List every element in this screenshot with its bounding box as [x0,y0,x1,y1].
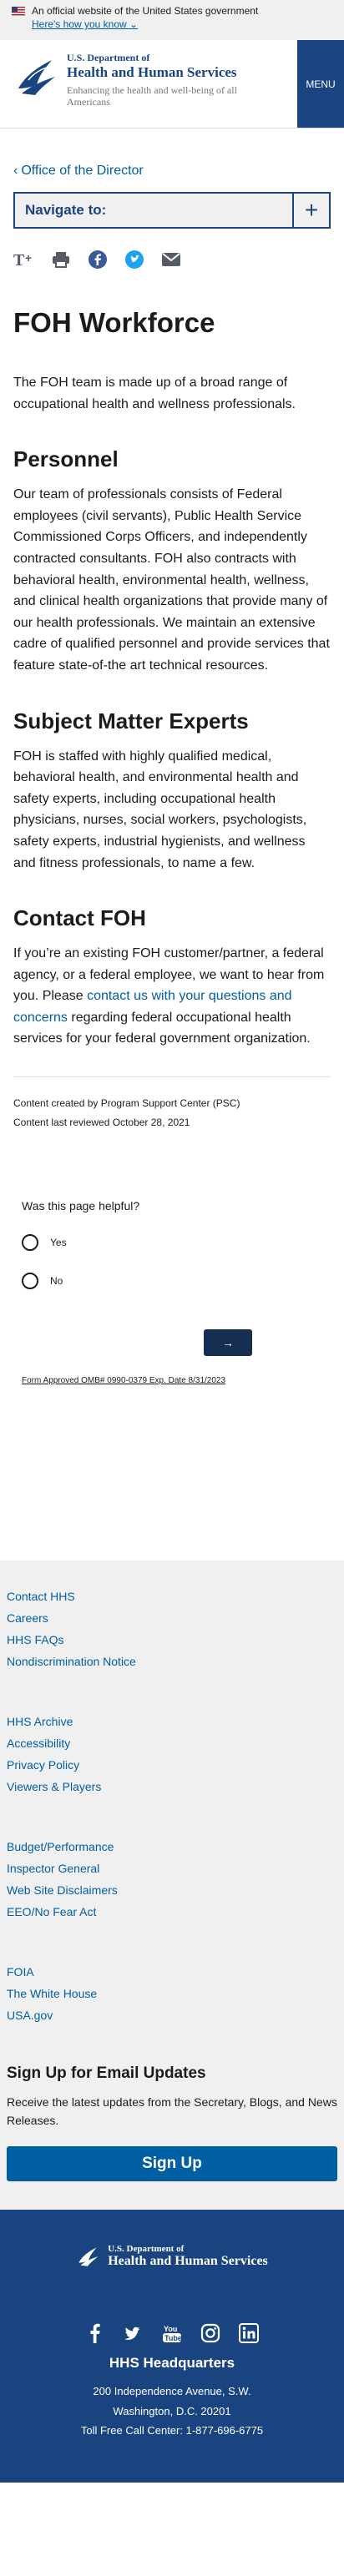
personnel-text: Our team of professionals consists of Fe… [13,487,330,673]
twitter-icon[interactable] [124,250,145,269]
hhs-logo[interactable]: U.S. Department of Health and Human Serv… [0,40,297,128]
footer-logo-line2: Health and Human Services [108,2254,268,2269]
footer-logo[interactable]: U.S. Department of Health and Human Serv… [0,2243,344,2270]
footer-logo-line1: U.S. Department of [108,2244,185,2255]
sme-heading: Subject Matter Experts [13,708,249,733]
feedback-submit-button[interactable]: → [204,1328,252,1356]
feedback-question: Was this page helpful? [22,1198,140,1212]
footer-link[interactable]: Contact HHS [7,1585,337,1607]
svg-text:You: You [164,2325,177,2333]
footer-group-4: FOIA The White House USA.gov [7,1961,337,2026]
share-toolbar: T + [13,249,331,270]
intro-text: The FOH team is made up of a broad range… [13,376,296,411]
facebook-icon[interactable] [85,2323,105,2344]
radio-circle-icon[interactable] [22,1233,38,1251]
twitter-icon[interactable] [124,2323,144,2343]
official-site-text: An official website of the United States… [32,5,259,17]
signup-heading: Sign Up for Email Updates [7,2064,206,2082]
gov-banner: An official website of the United States… [0,0,344,40]
page-title: FOH Workforce [13,307,215,338]
signup-text: Receive the latest updates from the Secr… [7,2095,337,2128]
hq-heading: HHS Headquarters [109,2355,235,2372]
email-signup: Sign Up for Email Updates Receive the la… [7,2064,337,2182]
chevron-left-icon: ‹ [13,164,18,178]
created-by-text: Content created by Program Support Cente… [13,1097,240,1110]
text-size-icon[interactable]: T + [13,250,35,269]
radio-yes[interactable]: Yes [22,1233,322,1251]
call-center-text: Toll Free Call Center: 1-877-696-6775 [80,2424,264,2437]
instagram-icon[interactable] [200,2323,220,2343]
radio-circle-icon[interactable] [22,1272,38,1289]
contact-text: If you’re an existing FOH customer/partn… [13,946,325,1046]
breadcrumb-link[interactable]: Office of the Director [21,164,143,179]
us-flag-icon [12,6,25,16]
footer-link[interactable]: EEO/No Fear Act [7,1901,337,1923]
svg-text:Tube: Tube [164,2334,182,2342]
address-line1: 200 Independence Avenue, S.W. [93,2385,251,2398]
radio-no[interactable]: No [22,1272,322,1289]
navigate-dropdown[interactable]: Navigate to: + [13,192,331,229]
logo-line2: Health and Human Services [67,64,237,80]
navigate-label: Navigate to: [25,202,107,218]
address-line2: Washington, D.C. 20201 [113,2404,231,2417]
feedback-form: Was this page helpful? Yes No → Form App… [0,1199,344,1385]
footer-link[interactable]: HHS FAQs [7,1629,337,1651]
logo-line1: U.S. Department of [67,52,150,63]
footer-link[interactable]: Web Site Disclaimers [7,1879,337,1901]
main-content: ‹ Office of the Director Navigate to: + … [0,164,344,1132]
footer-link[interactable]: Viewers & Players [7,1776,337,1797]
linkedin-icon[interactable] [239,2323,259,2344]
personnel-heading: Personnel [13,446,119,472]
facebook-icon[interactable] [87,250,109,269]
footer-link[interactable]: Accessibility [7,1732,337,1754]
sme-text: FOH is staffed with highly qualified med… [13,749,307,870]
footer-link[interactable]: Careers [7,1607,337,1629]
footer-group-1: Contact HHS Careers HHS FAQs Nondiscrimi… [7,1585,337,1672]
footer-link[interactable]: The White House [7,1983,337,2004]
footer-link[interactable]: Inspector General [7,1858,337,1879]
omb-link[interactable]: Form Approved OMB# 0990-0379 Exp. Date 8… [22,1376,322,1385]
footer-link[interactable]: HHS Archive [7,1711,337,1732]
site-header: U.S. Department of Health and Human Serv… [0,40,344,129]
footer-links: Contact HHS Careers HHS FAQs Nondiscrimi… [0,1560,344,2211]
footer-link[interactable]: Privacy Policy [7,1754,337,1776]
footer-link[interactable]: FOIA [7,1961,337,1983]
footer-link[interactable]: USA.gov [7,2004,337,2026]
svg-text:T: T [13,251,25,269]
plus-icon[interactable]: + [292,194,329,227]
footer-link[interactable]: Nondiscrimination Notice [7,1651,337,1672]
last-reviewed-text: Content last reviewed October 28, 2021 [13,1116,190,1128]
content-meta: Content created by Program Support Cente… [13,1076,331,1132]
how-you-know-link[interactable]: Here's how you know ⌄ [32,18,138,30]
youtube-icon[interactable]: YouTube [162,2323,182,2343]
footer-group-3: Budget/Performance Inspector General Web… [7,1836,337,1923]
svg-text:+: + [25,251,32,265]
email-icon[interactable] [160,250,182,269]
contact-heading: Contact FOH [13,905,146,931]
social-links: You Tube [0,2323,344,2344]
menu-button[interactable]: MENU [297,40,344,128]
breadcrumb[interactable]: ‹ Office of the Director [13,164,331,179]
hq-address: 200 Independence Avenue, S.W. Washington… [0,2382,344,2440]
logo-tagline: Enhancing the health and well-being of a… [67,84,237,108]
site-footer: U.S. Department of Health and Human Serv… [0,2210,344,2483]
footer-link[interactable]: Budget/Performance [7,1836,337,1858]
signup-button[interactable]: Sign Up [7,2146,337,2182]
footer-group-2: HHS Archive Accessibility Privacy Policy… [7,1711,337,1797]
hhs-eagle-icon [78,2247,99,2267]
hhs-eagle-icon [18,60,55,95]
print-icon[interactable] [50,250,72,269]
